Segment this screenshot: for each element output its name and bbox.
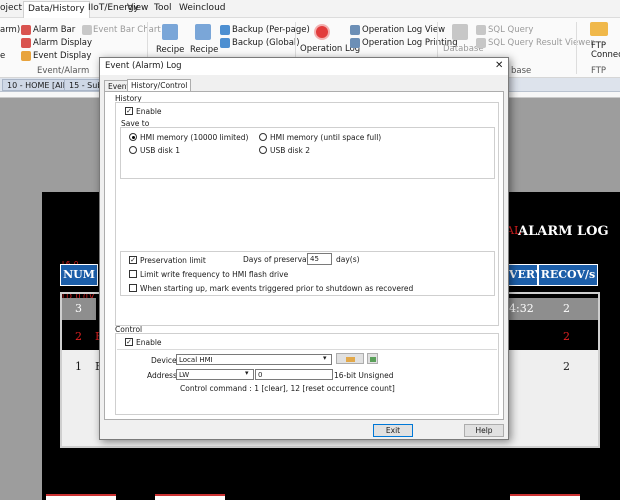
mark-recovered-label: When starting up, mark events triggered … bbox=[140, 284, 414, 293]
event-alarm-log-dialog: Event (Alarm) Log ✕ Event History/Contro… bbox=[99, 57, 509, 440]
exit-button[interactable]: Exit bbox=[373, 424, 413, 437]
radio-hmi-memory-limited-label: HMI memory (10000 limited) bbox=[140, 133, 249, 142]
doc-tab-home[interactable]: 10 - HOME [All] bbox=[2, 79, 74, 91]
ribbon-recipe-view[interactable]: Recipe bbox=[190, 45, 218, 55]
ribbon-event-bar-chart[interactable]: Event Bar Chart bbox=[93, 25, 161, 35]
menu-data-history[interactable]: Data/History bbox=[23, 1, 90, 18]
tab-panel-history-control: History ✓ Enable Save to HMI memory (100… bbox=[104, 91, 504, 420]
hmi-row3-num: 1 bbox=[75, 360, 82, 373]
history-enable-checkbox[interactable]: ✓ bbox=[125, 107, 133, 115]
device-select[interactable]: Local HMI bbox=[176, 354, 332, 365]
hmi-row2-recov: 2 bbox=[563, 330, 570, 343]
limit-write-frequency-label: Limit write frequency to HMI flash drive bbox=[140, 270, 289, 279]
ribbon-operation-log-view[interactable]: Operation Log View bbox=[362, 25, 445, 35]
ribbon-alarm-display[interactable]: Alarm Display bbox=[33, 38, 92, 48]
radio-usb-disk-1-label: USB disk 1 bbox=[140, 146, 181, 155]
hmi-header-num: NUM bbox=[60, 264, 98, 286]
radio-hmi-memory-full[interactable] bbox=[259, 133, 267, 141]
chevron-down-icon: ▾ bbox=[245, 369, 249, 377]
recipe-view-icon bbox=[195, 24, 211, 40]
recipe-data-icon bbox=[162, 24, 178, 40]
sql-query-icon bbox=[476, 25, 486, 35]
ribbon-fragment-e: e bbox=[0, 51, 6, 61]
hmi-header-recov: RECOV/s bbox=[538, 264, 598, 286]
device-add-button[interactable] bbox=[367, 353, 378, 364]
control-enable-checkbox[interactable]: ✓ bbox=[125, 338, 133, 346]
ribbon-alarm-fragment: arm) bbox=[0, 25, 21, 35]
ribbon-ftp-connection[interactable]: FTP Connection bbox=[591, 42, 620, 60]
close-icon[interactable]: ✕ bbox=[495, 60, 503, 71]
help-button[interactable]: Help bbox=[464, 424, 504, 437]
days-of-preservation-input[interactable]: 45 bbox=[307, 253, 332, 265]
preservation-limit-label: Preservation limit bbox=[140, 256, 206, 265]
database-icon bbox=[452, 24, 468, 40]
ribbon-recipe-data[interactable]: Recipe bbox=[156, 45, 184, 55]
control-divider bbox=[117, 349, 497, 350]
dialog-title: Event (Alarm) Log bbox=[105, 61, 182, 71]
dialog-titlebar[interactable]: Event (Alarm) Log ✕ bbox=[100, 58, 508, 75]
hmi-row2-num: 2 bbox=[75, 330, 82, 343]
backup-global-icon bbox=[220, 38, 230, 48]
chevron-down-icon: ▾ bbox=[323, 354, 327, 362]
mark-recovered-checkbox[interactable] bbox=[129, 284, 137, 292]
radio-hmi-memory-full-label: HMI memory (until space full) bbox=[270, 133, 382, 142]
add-icon bbox=[369, 357, 376, 362]
radio-usb-disk-2-label: USB disk 2 bbox=[270, 146, 311, 155]
ribbon-backup-per-page[interactable]: Backup (Per-page) bbox=[232, 25, 310, 35]
hmi-row1-time: 4:32 bbox=[509, 302, 534, 315]
hmi-bottom-button[interactable] bbox=[155, 494, 225, 500]
hmi-header-very: VERY bbox=[508, 264, 543, 286]
hmi-bottom-button[interactable] bbox=[510, 494, 580, 500]
hmi-row1-recov: 2 bbox=[563, 302, 570, 315]
ribbon-sql-query-result-viewer[interactable]: SQL Query Result Viewer bbox=[488, 38, 594, 48]
menu-view[interactable]: View bbox=[127, 3, 148, 13]
control-enable-label: Enable bbox=[136, 338, 162, 347]
ribbon-event-display[interactable]: Event Display bbox=[33, 51, 91, 61]
address-value-input[interactable]: 0 bbox=[255, 369, 333, 380]
hmi-title: ALARM LOG bbox=[518, 224, 609, 239]
backup-per-page-icon bbox=[220, 25, 230, 35]
settings-icon bbox=[345, 357, 355, 362]
alarm-display-icon bbox=[21, 38, 31, 48]
device-settings-button[interactable] bbox=[336, 353, 364, 364]
ribbon-separator bbox=[576, 22, 577, 74]
sql-query-result-viewer-icon bbox=[476, 38, 486, 48]
ribbon-group-base: base bbox=[511, 66, 532, 76]
folder-icon bbox=[590, 22, 608, 36]
menu-weincloud[interactable]: Weincloud bbox=[179, 3, 226, 13]
operation-log-icon bbox=[314, 24, 330, 40]
menu-project[interactable]: oject bbox=[0, 3, 22, 13]
hmi-row3-recov: 2 bbox=[563, 360, 570, 373]
days-unit-label: day(s) bbox=[336, 255, 360, 264]
event-display-icon bbox=[21, 51, 31, 61]
ribbon-sql-query[interactable]: SQL Query bbox=[488, 25, 533, 35]
ribbon-backup-global[interactable]: Backup (Global) bbox=[232, 38, 300, 48]
menu-tool[interactable]: Tool bbox=[154, 3, 171, 13]
limit-write-frequency-checkbox[interactable] bbox=[129, 270, 137, 278]
hmi-bottom-button[interactable] bbox=[46, 494, 116, 500]
address-format-label: 16-bit Unsigned bbox=[334, 371, 394, 380]
alarm-bar-icon bbox=[21, 25, 31, 35]
operation-log-printing-icon bbox=[350, 38, 360, 48]
radio-hmi-memory-limited[interactable] bbox=[129, 133, 137, 141]
menu-bar: oject Data/History IIoT/Energy View Tool… bbox=[0, 0, 620, 18]
operation-log-view-icon bbox=[350, 25, 360, 35]
ribbon-group-event-alarm: Event/Alarm bbox=[37, 66, 90, 76]
ribbon-alarm-bar[interactable]: Alarm Bar bbox=[33, 25, 75, 35]
radio-usb-disk-2[interactable] bbox=[259, 146, 267, 154]
control-command-text: Control command : 1 [clear], 12 [reset o… bbox=[180, 384, 395, 393]
preservation-limit-checkbox[interactable]: ✓ bbox=[129, 256, 137, 264]
address-type-select[interactable]: LW bbox=[176, 369, 254, 380]
radio-usb-disk-1[interactable] bbox=[129, 146, 137, 154]
ribbon-group-ftp: FTP bbox=[591, 66, 607, 76]
history-enable-label: Enable bbox=[136, 107, 162, 116]
hmi-row1-num: 3 bbox=[75, 302, 82, 315]
event-bar-chart-icon bbox=[82, 25, 92, 35]
